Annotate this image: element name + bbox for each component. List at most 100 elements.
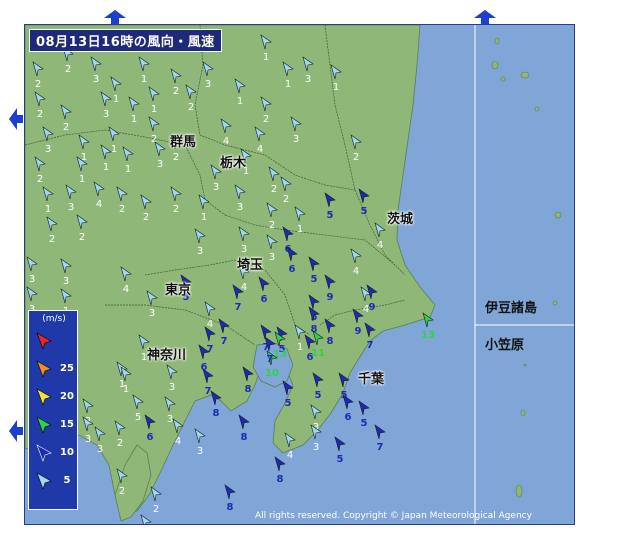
pref-label-saitama: 埼玉 xyxy=(237,258,264,273)
wind-speed-label: 1 xyxy=(45,204,51,215)
wind-speed-label: 3 xyxy=(213,182,219,193)
legend-arrow-icon xyxy=(36,444,52,462)
wind-speed-label: 3 xyxy=(29,274,35,285)
wind-speed-label: 1 xyxy=(333,82,339,93)
wind-speed-label: 2 xyxy=(35,79,41,90)
wind-speed-label: 1 xyxy=(123,384,129,395)
wind-speed-label: 5 xyxy=(337,454,344,465)
wind-speed-label: 3 xyxy=(197,246,203,257)
wind-speed-label: 2 xyxy=(65,64,71,75)
wind-speed-label: 3 xyxy=(237,202,243,213)
wind-speed-label: 8 xyxy=(227,502,234,513)
wind-speed-label: 5 xyxy=(315,390,322,401)
wind-speed-label: 6 xyxy=(307,352,314,363)
wind-speed-label: 8 xyxy=(241,432,248,443)
wind-speed-label: 2 xyxy=(283,194,289,205)
wind-speed-label: 8 xyxy=(245,384,252,395)
wind-speed-label: 8 xyxy=(327,336,334,347)
region-label-ogasawara: 小笠原 xyxy=(485,338,525,353)
pan-left-arrow-icon[interactable] xyxy=(9,108,23,130)
wind-speed-label: 4 xyxy=(287,450,293,461)
wind-speed-label: 2 xyxy=(117,438,123,449)
wind-speed-label: 2 xyxy=(119,486,125,497)
wind-speed-label: 2 xyxy=(173,152,179,163)
wind-speed-label: 3 xyxy=(45,144,51,155)
wind-speed-label: 3 xyxy=(205,79,211,90)
wind-speed-label: 3 xyxy=(149,308,155,319)
wind-speed-label: 3 xyxy=(169,382,175,393)
wind-speed-label: 3 xyxy=(157,159,163,170)
legend-row-lightblue: 5 xyxy=(29,469,79,493)
wind-speed-label: 3 xyxy=(63,276,69,287)
wind-speed-label: 5 xyxy=(311,274,318,285)
wind-map: 2231123112231121233112244312111331221342… xyxy=(24,24,575,525)
wind-speed-label: 3 xyxy=(85,434,91,445)
wind-speed-label: 1 xyxy=(201,212,207,223)
wind-speed-label: 1 xyxy=(79,174,85,185)
legend-value: 10 xyxy=(60,447,74,458)
pan-left-lower-arrow-icon[interactable] xyxy=(9,420,23,442)
wind-speed-legend: (m/s) 25 20 15 10 5 xyxy=(28,310,78,510)
wind-speed-label: 5 xyxy=(285,398,292,409)
wind-speed-label: 7 xyxy=(221,336,228,347)
wind-speed-label: 4 xyxy=(257,144,263,155)
wind-speed-label: 4 xyxy=(223,136,229,147)
legend-arrow-icon xyxy=(36,472,52,490)
pref-label-chiba: 千葉 xyxy=(358,372,385,387)
legend-row-orange: 25 xyxy=(29,357,79,381)
copyright-text: All rights reserved. Copyright © Japan M… xyxy=(255,511,532,521)
wind-speed-label: 2 xyxy=(79,232,85,243)
wind-speed-label: 4 xyxy=(123,284,129,295)
legend-arrow-icon xyxy=(36,332,52,350)
wind-speed-label: 9 xyxy=(369,302,376,313)
legend-arrow-icon xyxy=(36,360,52,378)
wind-speed-label: 1 xyxy=(297,342,303,353)
wind-speed-label: 2 xyxy=(263,114,269,125)
wind-speed-label: 1 xyxy=(103,162,109,173)
wind-speed-label: 4 xyxy=(353,266,359,277)
wind-speed-label: 3 xyxy=(97,444,103,455)
wind-speed-label: 1 xyxy=(297,224,303,235)
wind-speed-label: 1 xyxy=(113,94,119,105)
wind-speed-label: 7 xyxy=(205,386,212,397)
wind-speed-label: 2 xyxy=(173,86,179,97)
wind-speed-label: 1 xyxy=(285,79,291,90)
legend-unit: (m/s) xyxy=(42,314,66,324)
pref-label-tochigi: 栃木 xyxy=(220,156,247,171)
map-title: 08月13日16時の風向・風速 xyxy=(29,29,222,52)
wind-speed-label: 7 xyxy=(377,442,384,453)
wind-speed-label: 6 xyxy=(261,294,268,305)
wind-speed-label: 2 xyxy=(271,184,277,195)
wind-speed-label: 1 xyxy=(237,96,243,107)
wind-speed-label: 7 xyxy=(367,340,374,351)
wind-speed-label: 3 xyxy=(313,442,319,453)
wind-speed-label: 3 xyxy=(293,134,299,145)
wind-speed-label: 1 xyxy=(125,164,131,175)
wind-speed-label: 3 xyxy=(93,74,99,85)
legend-value: 5 xyxy=(63,475,71,486)
wind-speed-label: 5 xyxy=(135,412,141,423)
wind-speed-label: 13 xyxy=(421,330,435,341)
wind-speed-label: 2 xyxy=(269,220,275,231)
wind-speed-label: 7 xyxy=(207,344,214,355)
wind-speed-label: 3 xyxy=(197,446,203,457)
wind-speed-label: 1 xyxy=(131,114,137,125)
wind-speed-label: 2 xyxy=(119,204,125,215)
wind-speed-label: 1 xyxy=(141,74,147,85)
wind-speed-label: 7 xyxy=(235,302,242,313)
wind-speed-label: 4 xyxy=(207,319,213,330)
wind-speed-label: 2 xyxy=(37,109,43,120)
wind-speed-label: 5 xyxy=(327,210,334,221)
region-label-izu: 伊豆諸島 xyxy=(485,301,538,316)
map-canvas: 223112311223 11 21233112244312 11 1 331221 3 4 2… xyxy=(25,25,574,524)
wind-speed-label: 6 xyxy=(345,412,352,423)
pan-up-right-arrow-icon[interactable] xyxy=(474,10,496,24)
wind-speed-label: 2 xyxy=(153,504,159,515)
legend-value: 20 xyxy=(60,391,74,402)
wind-speed-label: 2 xyxy=(49,234,55,245)
wind-speed-label: 9 xyxy=(355,326,362,337)
wind-speed-label: 6 xyxy=(147,432,154,443)
pan-up-arrow-icon[interactable] xyxy=(104,10,126,24)
pref-label-gunma: 群馬 xyxy=(170,135,197,150)
wind-speed-label: 8 xyxy=(277,474,284,485)
